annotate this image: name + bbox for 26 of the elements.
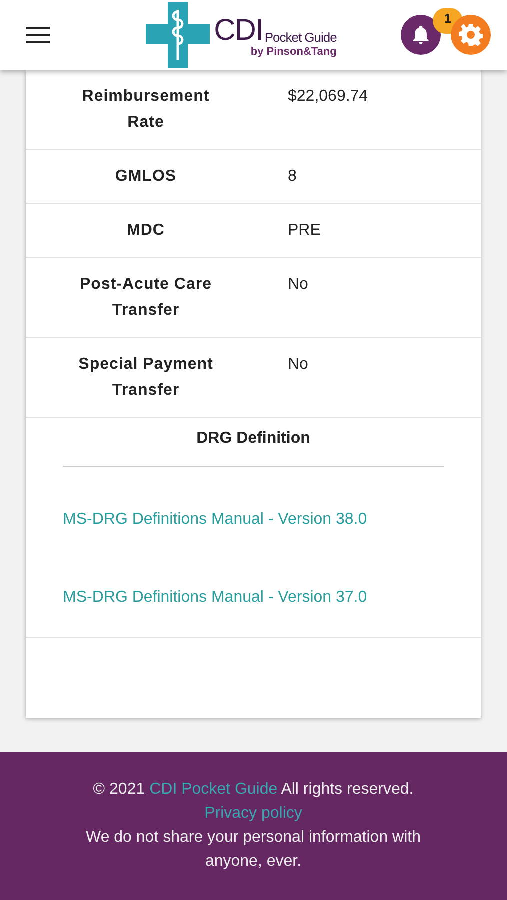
notification-bell-button[interactable] [401, 15, 441, 55]
section-title: DRG Definition [63, 430, 444, 467]
logo-subtitle: Pocket Guide [264, 30, 337, 46]
field-label: Special Payment Transfer [78, 355, 214, 401]
field-value: PRE [287, 221, 322, 241]
field-label: Post-Acute Care Transfer [79, 275, 213, 321]
menu-icon[interactable] [26, 25, 52, 45]
field-label: GMLOS [114, 167, 178, 187]
field-label: MDC [126, 221, 166, 241]
field-label: Reimbursement Rate [81, 87, 211, 133]
field-value: 8 [287, 167, 298, 187]
manual-link[interactable]: MS-DRG Definitions Manual - Version 38.0 [63, 511, 444, 529]
privacy-policy-link[interactable]: Privacy policy [204, 805, 302, 822]
copyright-text: © 2021 [93, 781, 146, 798]
gear-icon [459, 23, 483, 47]
brand-link[interactable]: CDI Pocket Guide [150, 781, 278, 798]
field-value: $22,069.74 [287, 87, 370, 107]
settings-button[interactable] [451, 15, 491, 55]
bell-icon [410, 24, 432, 46]
privacy-notice: We do not share your personal information with anyone, ever. [85, 828, 422, 872]
field-value: No [287, 275, 310, 295]
field-value: No [287, 355, 310, 375]
manual-link[interactable]: MS-DRG Definitions Manual - Version 37.0 [63, 589, 444, 607]
logo-byline: by Pinson&Tang [250, 46, 337, 59]
logo-text: CDI [214, 16, 263, 46]
rights-text: All rights reserved. [281, 781, 414, 798]
